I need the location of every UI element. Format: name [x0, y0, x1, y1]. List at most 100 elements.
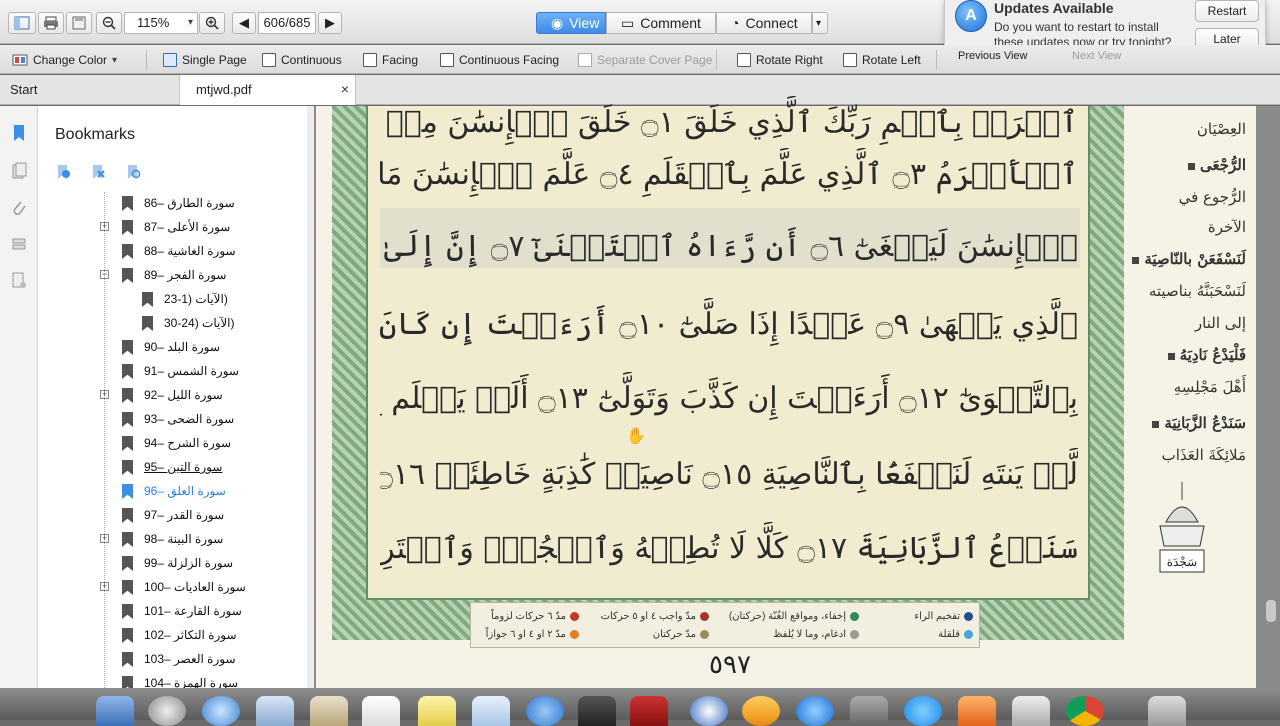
bookmarks-scrollbar[interactable] — [307, 106, 314, 688]
bookmark-item[interactable]: +92– سورة الليل — [38, 384, 300, 408]
sidebar-toggle-icon[interactable] — [8, 12, 36, 34]
page-number-field[interactable]: 606/685 — [258, 12, 316, 34]
continuous-facing-button[interactable]: Continuous Facing — [440, 50, 559, 70]
calendar-icon[interactable] — [362, 696, 400, 726]
delete-bookmark-icon[interactable] — [90, 164, 106, 180]
bookmark-item[interactable]: 94– سورة الشرح — [38, 432, 300, 456]
comment-icon: ▭ — [621, 14, 635, 31]
bookmark-label: 100– سورة العاديات — [144, 580, 246, 594]
view-button[interactable]: ◉ View — [536, 12, 606, 34]
bookmark-item[interactable]: 91– سورة الشمس — [38, 360, 300, 384]
bookmark-icon — [122, 364, 133, 379]
rotate-left-button[interactable]: Rotate Left — [843, 50, 921, 70]
change-color-label: Change Color — [33, 53, 108, 67]
preview-icon[interactable] — [472, 696, 510, 726]
next-page-icon[interactable]: ▶ — [318, 12, 342, 34]
page-thumbnails-icon[interactable] — [11, 162, 27, 180]
notes-icon[interactable] — [418, 696, 456, 726]
bookmark-item[interactable]: +100– سورة العاديات — [38, 576, 300, 600]
quran-line: بِٱلتَّقۡوَىٰٓ ۝١٢ أَرَءَيۡتَ إِن كَذَّب… — [380, 381, 1078, 416]
glossary-term: سَنَدْعُ الزَّبَانِيَة — [1152, 414, 1246, 432]
expand-icon[interactable]: + — [100, 534, 109, 543]
ibooks-icon[interactable] — [742, 696, 780, 726]
tab-document[interactable]: mtjwd.pdf × — [180, 75, 356, 105]
zoom-select[interactable]: 115% ▾ — [124, 12, 198, 34]
mode-dropdown[interactable]: ▾ — [812, 12, 828, 34]
legend-item: قلقلة — [938, 629, 973, 640]
legend-color-dot — [964, 612, 973, 621]
app-store-icon[interactable] — [796, 696, 834, 726]
tab-start[interactable]: Start — [0, 75, 180, 104]
photo-booth-icon[interactable] — [630, 696, 668, 726]
safari-icon[interactable] — [202, 696, 240, 726]
print-icon[interactable] — [38, 12, 64, 34]
margin-glossary: العِصْيَان الرُّجْعَى الرُّجوع في الآخرة لَن… — [1128, 106, 1252, 688]
bookmark-item[interactable]: 104– سورة الهمزة — [38, 672, 300, 688]
bookmark-item[interactable]: 99– سورة الزلزلة — [38, 552, 300, 576]
trash-icon[interactable] — [1148, 696, 1186, 726]
previous-page-icon[interactable]: ◀ — [232, 12, 256, 34]
bookmark-item[interactable]: 93– سورة الضحى — [38, 408, 300, 432]
bookmark-item[interactable]: 101– سورة القارعة — [38, 600, 300, 624]
connect-icon: ◔ — [731, 15, 740, 31]
itunes-icon[interactable] — [690, 696, 728, 726]
collapse-icon[interactable]: − — [100, 270, 109, 279]
expand-icon[interactable]: + — [100, 222, 109, 231]
contacts-icon[interactable] — [310, 696, 348, 726]
connect-button[interactable]: ◔ Connect — [716, 12, 812, 34]
mail-icon[interactable] — [256, 696, 294, 726]
skype-icon[interactable] — [904, 696, 942, 726]
bookmark-item[interactable]: +98– سورة البينة — [38, 528, 300, 552]
bookmark-item[interactable]: 102– سورة التكاثر — [38, 624, 300, 648]
bookmark-properties-icon[interactable] — [125, 164, 141, 180]
zoom-value: 115% — [137, 15, 170, 30]
legend-item: مدّ ٢ او ٤ او ٦ جوازاً — [486, 629, 579, 640]
page-settings-icon[interactable] — [11, 272, 27, 290]
glossary-term: لَنَسْفَعَنْ بالنّاصِيَة — [1132, 250, 1246, 268]
zoom-out-icon[interactable] — [96, 12, 122, 34]
bookmark-icon — [122, 676, 133, 688]
bookmark-item[interactable]: 88– سورة الغاشية — [38, 240, 300, 264]
bookmark-icon — [142, 292, 153, 307]
single-page-button[interactable]: Single Page — [163, 50, 247, 70]
bookmark-icon — [122, 268, 133, 283]
bookmark-item[interactable]: 97– سورة القدر — [38, 504, 300, 528]
photos-icon[interactable] — [1012, 696, 1050, 726]
comment-button[interactable]: ▭ Comment — [606, 12, 716, 34]
document-scrollbar-thumb[interactable] — [1266, 600, 1276, 622]
bookmark-item[interactable]: 96– سورة العلق — [38, 480, 300, 504]
bookmark-item[interactable]: +87– سورة الأعلى — [38, 216, 300, 240]
recorder-icon[interactable] — [958, 696, 996, 726]
bookmark-item[interactable]: 86– سورة الطارق — [38, 192, 300, 216]
bookmark-panel-icon[interactable] — [11, 124, 27, 142]
save-icon[interactable] — [66, 12, 92, 34]
bookmark-item[interactable]: − 89– سورة الفجر — [38, 264, 300, 288]
bookmark-item[interactable]: 90– سورة البلد — [38, 336, 300, 360]
continuous-facing-label: Continuous Facing — [459, 53, 560, 67]
expand-icon[interactable]: + — [100, 582, 109, 591]
chrome-icon[interactable] — [1066, 696, 1104, 726]
facing-button[interactable]: Facing — [363, 50, 418, 70]
bookmark-item[interactable]: 95– سورة التين — [38, 456, 300, 480]
continuous-button[interactable]: Continuous — [262, 50, 342, 70]
restart-button[interactable]: Restart — [1195, 0, 1259, 22]
facetime-icon[interactable] — [578, 696, 616, 726]
close-tab-icon[interactable]: × — [341, 75, 349, 104]
bookmark-item[interactable]: 30-24) الآيات) — [38, 312, 300, 336]
bookmark-item[interactable]: 103– سورة العصر — [38, 648, 300, 672]
bookmark-label: 87– سورة الأعلى — [144, 220, 231, 234]
rotate-right-button[interactable]: Rotate Right — [737, 50, 823, 70]
quran-line: سَنَدۡعُ ٱلزَّبَانِيَةَ ۝١٧ كَلَّا لَا ت… — [380, 531, 1078, 566]
layers-icon[interactable] — [11, 236, 27, 254]
bookmark-item[interactable]: 23-1) الآيات) — [38, 288, 300, 312]
launchpad-icon[interactable] — [148, 696, 186, 726]
zoom-in-icon[interactable] — [199, 12, 225, 34]
messages-icon[interactable] — [526, 696, 564, 726]
previous-view-button[interactable]: Previous View — [958, 46, 1028, 66]
attachments-icon[interactable] — [11, 199, 27, 217]
add-bookmark-icon[interactable] — [55, 164, 71, 180]
change-color-button[interactable]: Change Color ▾ — [12, 50, 117, 70]
expand-icon[interactable]: + — [100, 390, 109, 399]
system-preferences-icon[interactable] — [850, 696, 888, 726]
finder-icon[interactable] — [96, 696, 134, 726]
